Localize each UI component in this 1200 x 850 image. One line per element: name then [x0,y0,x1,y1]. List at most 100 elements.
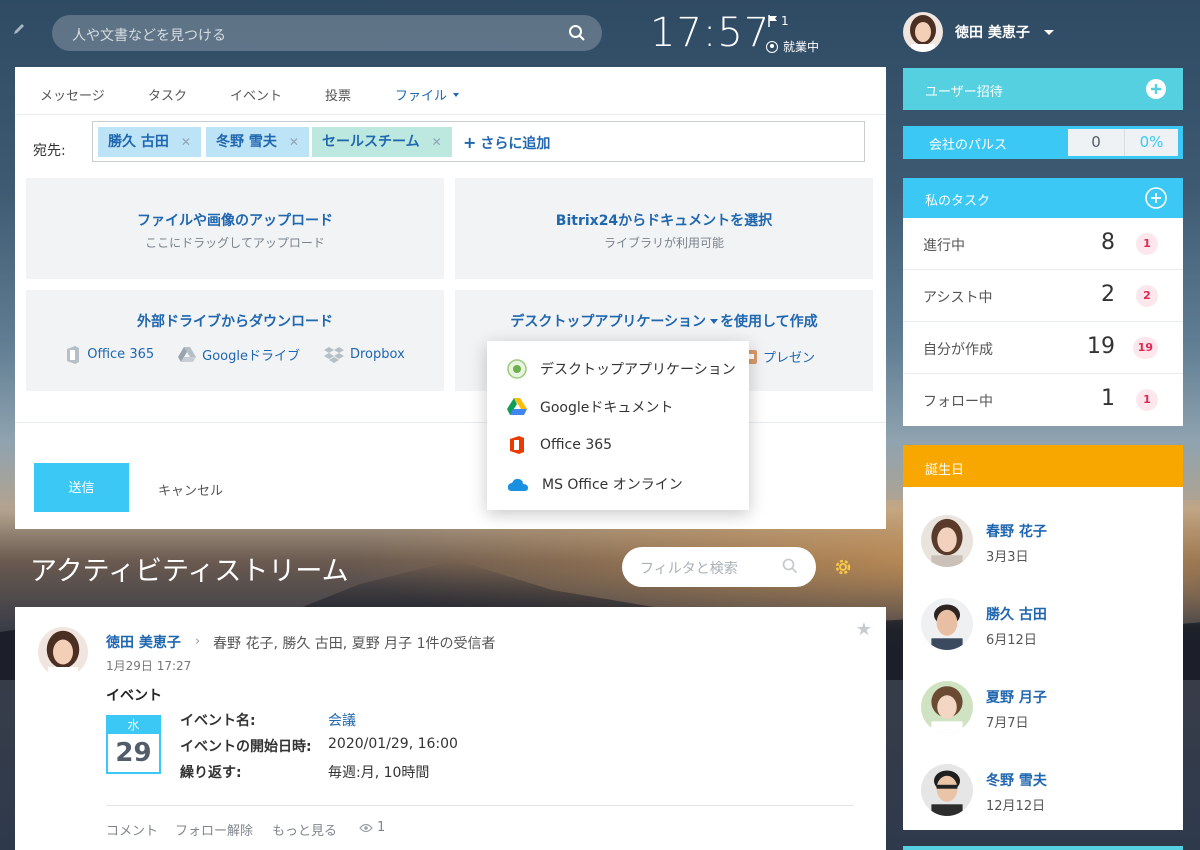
birthday-date: 7月7日 [986,716,1029,731]
event-repeat-value: 毎週:月, 10時間 [328,765,430,781]
desktop-create-suffix: を使用して作成 [720,314,818,330]
birthday-title: 誕生日 [925,463,965,478]
calendar-icon: 水 29 [106,715,161,774]
my-tasks-widget: 私のタスク 進行中 8 1 アシスト中 2 2 自分が作成 19 19 フォロー… [903,178,1183,426]
birthday-date: 6月12日 [986,633,1037,648]
view-count: 1 [377,820,386,835]
close-icon[interactable]: ✕ [432,135,442,149]
task-badge: 1 [1136,233,1158,255]
recipient-field[interactable]: 勝久 古田 ✕ 冬野 雪夫 ✕ セールスチーム ✕ + さらに追加 [92,121,865,162]
recipient-chip[interactable]: 冬野 雪夫 ✕ [206,127,309,157]
avatar[interactable] [38,627,88,677]
task-label: アシスト中 [923,290,993,306]
pulse-value: 0 [1068,129,1125,156]
search-icon[interactable] [568,24,586,42]
recipient-chip[interactable]: 勝久 古田 ✕ [98,127,201,157]
bitrix-select-area[interactable]: Bitrix24からドキュメントを選択 ライブラリが利用可能 [455,178,873,279]
avatar [921,598,973,650]
chevron-right-icon: › [195,634,201,649]
next-widget-header [903,846,1183,850]
user-menu[interactable]: 徳田 美恵子 [903,12,1054,52]
desktop-app-dropdown: デスクトップアプリケーション Googleドキュメント Office 365 M… [487,341,749,510]
tab-poll[interactable]: 投票 [325,85,351,104]
send-button[interactable]: 送信 [34,463,129,512]
post-date[interactable]: 1月29日 17:27 [106,657,191,674]
invite-label: ユーザー招待 [925,85,1003,100]
task-count: 1 [1101,386,1115,411]
cancel-button[interactable]: キャンセル [158,480,223,499]
birthday-header: 誕生日 [903,445,1183,487]
company-pulse-widget[interactable]: 会社のパルス 0 0% [903,126,1183,159]
office365-icon [510,436,524,454]
google-drive-icon [178,346,197,362]
to-label: 宛先: [33,143,66,159]
office365-icon [67,345,80,364]
add-recipient-link[interactable]: + さらに追加 [463,133,550,153]
menu-item-desktop-app[interactable]: デスクトップアプリケーション [507,359,736,379]
task-label: 自分が作成 [923,342,993,358]
upload-area[interactable]: ファイルや画像のアップロード ここにドラッグしてアップロード [26,178,444,279]
task-row-assisting[interactable]: アシスト中 2 2 [903,270,1183,322]
task-row-in-progress[interactable]: 進行中 8 1 [903,218,1183,270]
pulse-percent: 0% [1139,133,1164,151]
menu-item-ms-office-online[interactable]: MS Office オンライン [507,474,683,494]
comment-link[interactable]: コメント [106,820,158,839]
flag-icon [768,15,777,27]
menu-item-google-docs[interactable]: Googleドキュメント [507,397,673,417]
recipient-name: セールスチーム [322,134,420,150]
event-name-value[interactable]: 会議 [328,710,356,730]
close-icon[interactable]: ✕ [181,135,191,149]
tasks-header[interactable]: 私のタスク [903,178,1183,218]
drive-google[interactable]: Googleドライブ [178,345,300,364]
search-icon[interactable] [782,558,798,574]
task-row-following[interactable]: フォロー中 1 1 [903,374,1183,426]
pencil-icon[interactable] [12,22,26,36]
tab-task[interactable]: タスク [148,85,187,104]
filter-search-input[interactable]: フィルタと検索 [622,547,816,587]
menu-item-label: Office 365 [540,437,613,453]
menu-item-label: Googleドキュメント [540,400,674,416]
work-status-label: 就業中 [783,40,820,54]
post-composer: メッセージ タスク イベント 投票 ファイル 宛先: 勝久 古田 ✕ 冬野 雪夫 ✕… [15,67,886,529]
desktop-app-icon [507,359,527,379]
recipient-name: 冬野 雪夫 [216,134,277,150]
drive-office365[interactable]: Office 365 [65,345,154,364]
task-row-created[interactable]: 自分が作成 19 19 [903,322,1183,374]
tab-message[interactable]: メッセージ [40,85,105,104]
gear-icon[interactable] [832,556,854,578]
tab-event[interactable]: イベント [230,85,282,104]
menu-item-office365[interactable]: Office 365 [507,435,612,455]
desktop-app-selector[interactable]: デスクトップアプリケーション [510,314,706,330]
tab-file-label: ファイル [395,89,448,104]
work-status[interactable]: 就業中 [766,38,819,55]
drive-dropbox[interactable]: Dropbox [323,345,405,364]
desktop-create-title[interactable]: デスクトップアプリケーション を使用して作成 [455,311,873,331]
unfollow-link[interactable]: フォロー解除 [175,820,253,839]
tab-file[interactable]: ファイル [395,85,460,104]
close-icon[interactable]: ✕ [289,135,299,149]
star-icon[interactable]: ★ [856,619,872,640]
birthday-date: 12月12日 [986,799,1046,814]
google-drive-icon [507,398,527,415]
presentation-link[interactable]: プレゼン [745,347,815,366]
plus-circle-icon[interactable] [1145,78,1167,100]
flag-counter[interactable]: 1 [768,14,789,28]
task-label: 進行中 [923,238,965,254]
chevron-down-icon [453,92,460,97]
drive-list: Office 365 Googleドライブ Dropbox [26,345,444,364]
global-search[interactable]: 人や文書などを見つける [52,15,602,51]
post-author[interactable]: 徳田 美恵子 [106,632,181,652]
more-link[interactable]: もっと見る [272,820,337,839]
clock[interactable]: 17:57 [650,10,770,56]
bitrix-title: Bitrix24からドキュメントを選択 [555,213,773,229]
recipient-chip[interactable]: セールスチーム ✕ [312,127,452,157]
post-recipients[interactable]: 春野 花子, 勝久 古田, 夏野 月子 1件の受信者 [213,633,496,653]
dropbox-icon [323,346,344,363]
activity-post: 徳田 美恵子 › 春野 花子, 勝久 古田, 夏野 月子 1件の受信者 1月29… [15,607,886,850]
task-count: 2 [1101,282,1115,307]
upload-title: ファイルや画像のアップロード [137,213,333,229]
recipient-name: 勝久 古田 [108,134,169,150]
invite-users-widget[interactable]: ユーザー招待 [903,68,1183,110]
birthday-name: 春野 花子 [986,524,1047,540]
plus-circle-icon[interactable] [1145,187,1167,209]
